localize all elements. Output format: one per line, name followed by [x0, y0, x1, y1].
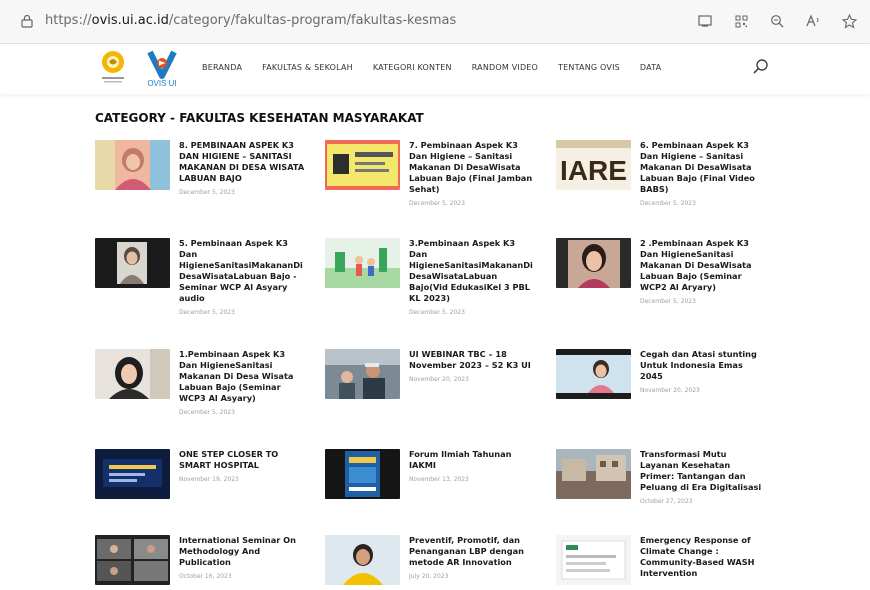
post-title[interactable]: ONE STEP CLOSER TO SMART HOSPITAL Novembe…	[179, 449, 305, 485]
url-path: /category/fakultas-program/fakultas-kesm…	[168, 13, 457, 28]
post-thumbnail[interactable]	[95, 140, 170, 190]
reading-view-icon[interactable]	[694, 10, 716, 32]
post-title[interactable]: 1.Pembinaan Aspek K3 Dan HigieneSanitasi…	[179, 349, 305, 418]
page-info-icon[interactable]	[20, 14, 34, 28]
main-nav: BERANDA FAKULTAS & SEKOLAH KATEGORI KONT…	[202, 63, 681, 72]
post-title[interactable]: 5. Pembinaan Aspek K3 Dan HigieneSanitas…	[179, 238, 305, 318]
post-title[interactable]: 2 .Pembinaan Aspek K3 Dan HigieneSanitas…	[640, 238, 766, 307]
post-thumbnail[interactable]	[95, 449, 170, 499]
ui-logo-icon[interactable]	[98, 48, 128, 88]
post-title[interactable]: UI WEBINAR TBC – 18 November 2023 – S2 K…	[409, 349, 535, 385]
url-host: ovis.ui.ac.id	[91, 13, 169, 28]
post-date: December 5, 2023	[409, 309, 465, 316]
post-date: July 20, 2023	[409, 573, 449, 580]
post-date: October 27, 2023	[640, 498, 693, 505]
favorite-star-icon[interactable]	[838, 10, 860, 32]
post-thumbnail[interactable]	[95, 349, 170, 399]
thumb-text: IARE	[560, 155, 627, 186]
zoom-icon[interactable]	[766, 10, 788, 32]
post-title[interactable]: Cegah dan Atasi stunting Untuk Indonesia…	[640, 349, 766, 396]
post-thumbnail[interactable]	[556, 535, 631, 585]
post-title[interactable]: 3.Pembinaan Aspek K3 Dan HigieneSanitasi…	[409, 238, 535, 318]
post-thumbnail[interactable]	[325, 535, 400, 585]
post-title[interactable]: Transformasi Mutu Layanan Kesehatan Prim…	[640, 449, 766, 507]
post-date: December 5, 2023	[640, 200, 696, 207]
post-title[interactable]: Emergency Response of Climate Change : C…	[640, 535, 766, 582]
post-date: December 5, 2023	[179, 309, 235, 316]
post-date: December 5, 2023	[409, 200, 465, 207]
post-title[interactable]: Forum Ilmiah Tahunan IAKMI November 13, 2…	[409, 449, 535, 485]
post-thumbnail[interactable]	[325, 140, 400, 190]
url-field[interactable]: https://ovis.ui.ac.id/category/fakultas-…	[45, 13, 456, 28]
post-thumbnail[interactable]	[556, 238, 631, 288]
nav-item-kategori-konten[interactable]: KATEGORI KONTEN	[373, 63, 452, 72]
nav-item-data[interactable]: DATA	[640, 63, 661, 72]
post-date: November 20, 2023	[640, 387, 700, 394]
post-date: November 13, 2023	[409, 476, 469, 483]
post-title[interactable]: 8. PEMBINAAN ASPEK K3 DAN HIGIENE – SANI…	[179, 140, 305, 198]
post-date: November 20, 2023	[409, 376, 469, 383]
site-header: OVIS UI BERANDA FAKULTAS & SEKOLAH KATEG…	[0, 44, 870, 94]
search-icon[interactable]	[752, 58, 770, 76]
post-thumbnail[interactable]	[325, 449, 400, 499]
post-title[interactable]: Preventif, Promotif, dan Penanganan LBP …	[409, 535, 535, 582]
post-thumbnail[interactable]	[95, 238, 170, 288]
ovis-logo-text: OVIS UI	[147, 79, 177, 88]
post-thumbnail[interactable]	[95, 535, 170, 585]
post-date: November 19, 2023	[179, 476, 239, 483]
post-date: December 5, 2023	[640, 298, 696, 305]
post-date: October 16, 2023	[179, 573, 232, 580]
post-title[interactable]: 7. Pembinaan Aspek K3 Dan Higiene – Sani…	[409, 140, 535, 209]
browser-address-bar: https://ovis.ui.ac.id/category/fakultas-…	[0, 0, 870, 44]
url-prefix: https://	[45, 13, 92, 28]
category-title: CATEGORY - FAKULTAS KESEHATAN MASYARAKAT	[95, 111, 424, 125]
post-date: December 5, 2023	[179, 409, 235, 416]
nav-item-beranda[interactable]: BERANDA	[202, 63, 242, 72]
post-thumbnail[interactable]	[325, 238, 400, 288]
post-thumbnail[interactable]: IARE	[556, 140, 631, 190]
nav-item-random-video[interactable]: RANDOM VIDEO	[472, 63, 538, 72]
post-thumbnail[interactable]	[556, 349, 631, 399]
nav-item-fakultas-sekolah[interactable]: FAKULTAS & SEKOLAH	[262, 63, 353, 72]
nav-item-tentang-ovis[interactable]: TENTANG OVIS	[558, 63, 620, 72]
post-thumbnail[interactable]	[556, 449, 631, 499]
read-aloud-icon[interactable]	[802, 10, 824, 32]
post-date: December 5, 2023	[179, 189, 235, 196]
qr-code-icon[interactable]	[730, 10, 752, 32]
post-title[interactable]: 6. Pembinaan Aspek K3 Dan Higiene – Sani…	[640, 140, 766, 209]
post-title[interactable]: International Seminar On Methodology And…	[179, 535, 305, 582]
post-thumbnail[interactable]	[325, 349, 400, 399]
